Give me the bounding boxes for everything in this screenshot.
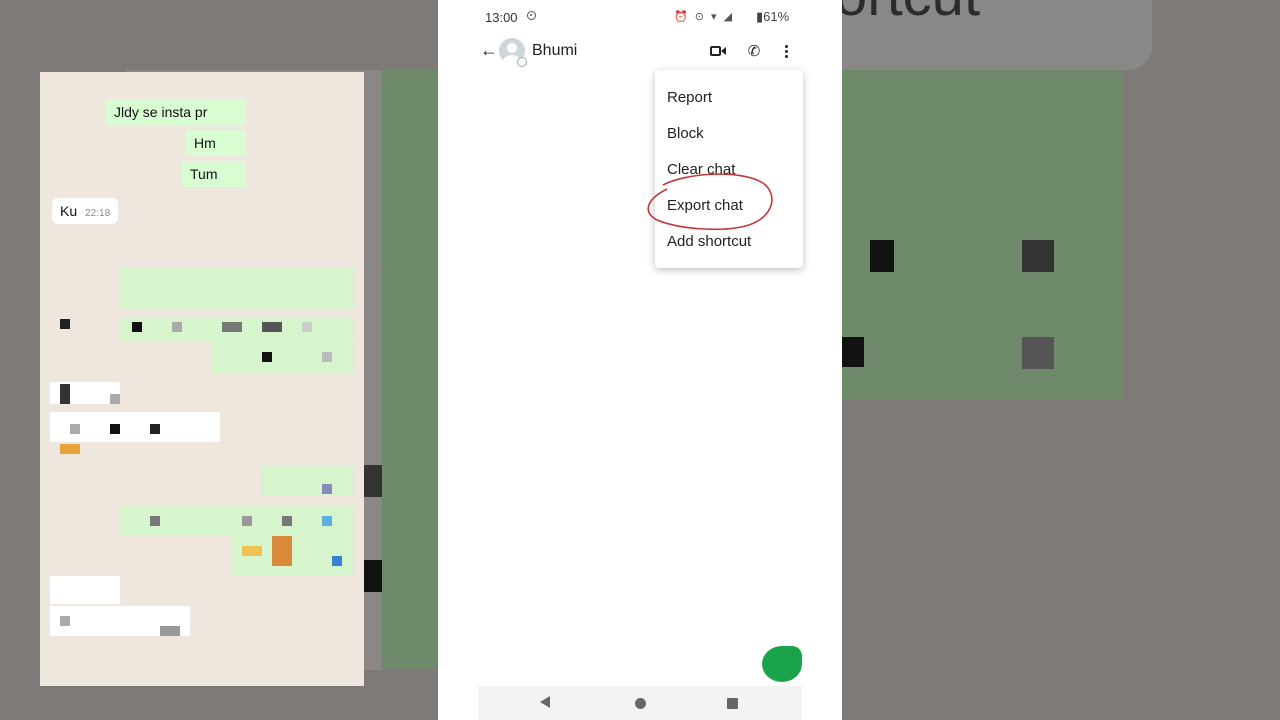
menu-item-report[interactable]: Report: [667, 89, 712, 106]
nav-recents-button[interactable]: [727, 698, 738, 709]
pixelated-block: [242, 546, 262, 556]
message-bubble-outgoing[interactable]: Hm: [186, 130, 246, 156]
more-options-icon[interactable]: [776, 42, 796, 62]
pixelated-block: [110, 424, 120, 434]
pixelated-block: [70, 424, 80, 434]
system-nav-bar: [478, 686, 802, 720]
message-bubble-outgoing[interactable]: Jldy se insta pr: [106, 99, 246, 125]
pixelated-block: [150, 424, 160, 434]
pixelated-block: [60, 319, 70, 329]
message-text: Jldy se insta pr: [114, 104, 208, 120]
message-text: Ku: [60, 203, 78, 219]
pixelated-block: [262, 352, 272, 362]
message-text: Tum: [190, 166, 218, 182]
pixelated-block: [282, 516, 292, 526]
status-bar: 13:00 ⏰ ⊙ ▾ ◢ ▮61%: [438, 0, 842, 34]
nav-back-button[interactable]: [540, 696, 550, 708]
blurred-tile: [1022, 337, 1054, 369]
avatar-status-badge: [517, 57, 527, 67]
pixelated-block: [50, 576, 120, 604]
pixelated-block: [322, 352, 332, 362]
message-bubble-outgoing[interactable]: Tum: [182, 161, 246, 187]
pixelated-block: [172, 322, 182, 332]
pixelated-block: [60, 616, 70, 626]
blurred-partial-text: ortcut: [835, 0, 980, 29]
pixelated-block: [222, 322, 242, 332]
message-time: 22:18: [85, 208, 111, 219]
pixelated-block: [322, 484, 332, 494]
pixelated-block: [60, 384, 70, 404]
message-input-field[interactable]: [488, 648, 726, 678]
pixelated-block: [132, 322, 142, 332]
pixelated-block: [302, 322, 312, 332]
pixelated-block: [262, 322, 282, 332]
menu-item-block[interactable]: Block: [667, 125, 704, 142]
screen-record-icon: [527, 11, 536, 20]
status-time: 13:00: [485, 10, 518, 25]
battery-level: ▮61%: [756, 9, 790, 24]
voice-call-icon[interactable]: ✆: [744, 42, 764, 62]
back-arrow-icon[interactable]: ←: [480, 40, 498, 61]
contact-name[interactable]: Bhumi: [532, 42, 577, 60]
pixelated-block: [212, 342, 354, 374]
blurred-tile: [870, 240, 894, 272]
message-bubble-incoming[interactable]: Ku 22:18: [52, 198, 119, 224]
pixelated-block: [110, 394, 120, 404]
pixelated-block: [262, 466, 354, 496]
pixelated-block: [160, 626, 180, 636]
pixelated-block: [60, 444, 80, 454]
chat-area: Jldy se insta pr Hm Tum Ku 22:18: [40, 72, 364, 686]
pixelated-block: [272, 536, 292, 566]
chat-header: ← Bhumi ✆: [438, 34, 842, 70]
pixelated-block: [332, 556, 342, 566]
menu-item-add-shortcut[interactable]: Add shortcut: [667, 233, 751, 250]
blurred-tile: [1022, 240, 1054, 272]
mic-button[interactable]: [762, 646, 802, 682]
blurred-tile: [842, 70, 1122, 400]
video-call-icon[interactable]: [708, 42, 728, 62]
message-text: Hm: [194, 135, 216, 151]
pixelated-block: [242, 516, 252, 526]
annotation-circle: [647, 173, 773, 231]
pixelated-block: [150, 516, 160, 526]
blurred-tile: [382, 70, 442, 670]
blurred-tile: [842, 337, 864, 367]
nav-home-button[interactable]: [635, 698, 646, 709]
status-icons: ⏰ ⊙ ▾ ◢: [674, 11, 735, 23]
pixelated-block: [120, 267, 354, 309]
overflow-menu: Report Block Clear chat Export chat Add …: [655, 70, 803, 268]
pixelated-block: [322, 516, 332, 526]
